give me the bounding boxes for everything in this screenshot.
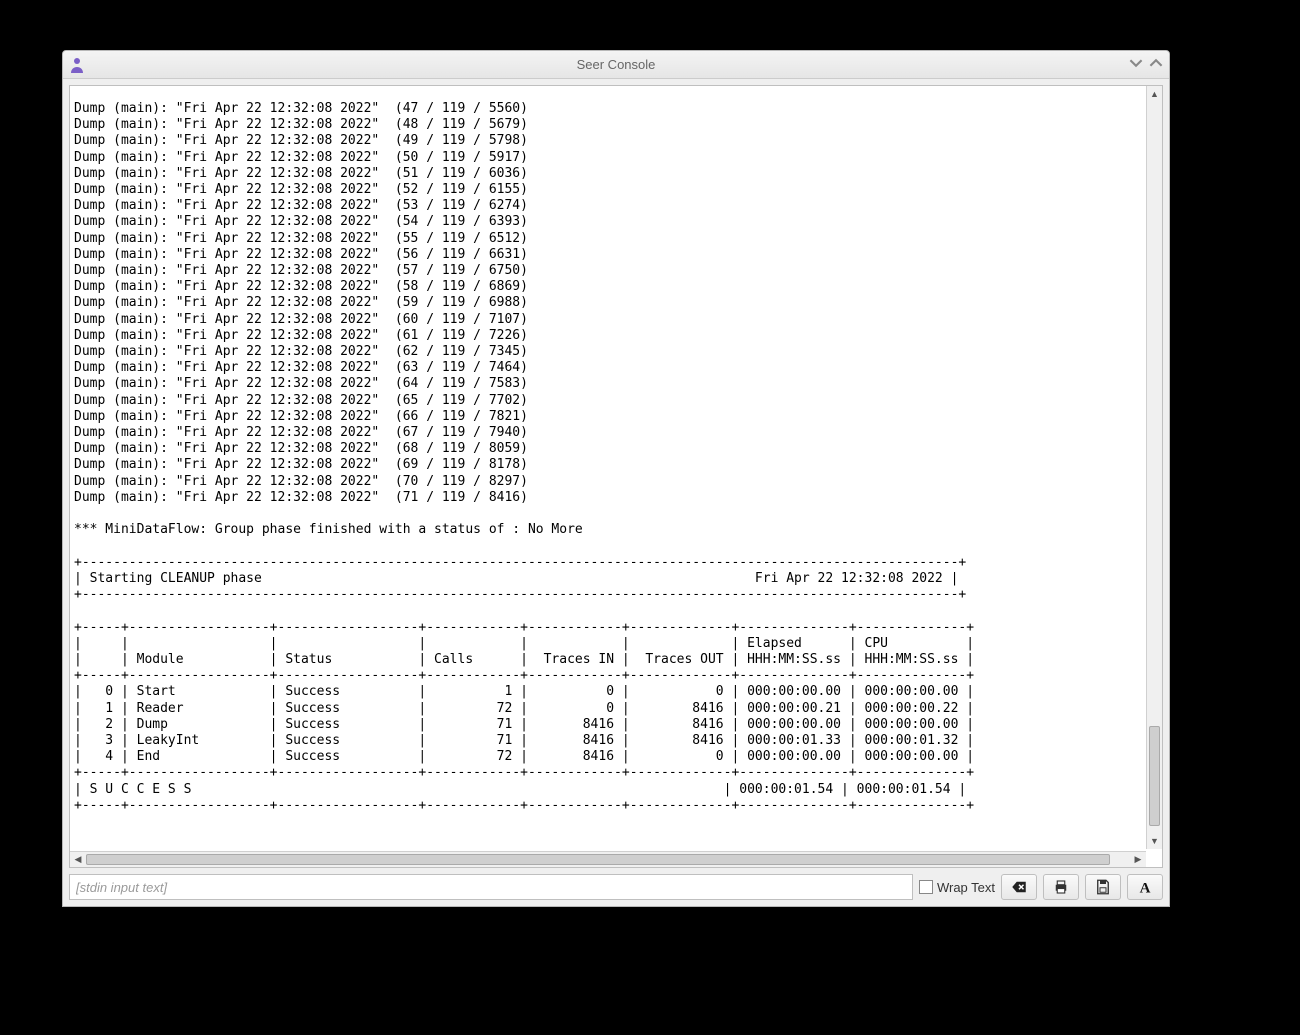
print-button[interactable] [1043,874,1079,900]
vscroll-thumb[interactable] [1149,726,1160,826]
clear-button[interactable] [1001,874,1037,900]
print-icon [1052,878,1070,896]
stdin-input[interactable] [69,874,913,900]
app-icon [67,55,87,75]
vertical-scrollbar[interactable]: ▲ ▼ [1146,86,1162,849]
shade-up-icon[interactable] [1149,56,1163,70]
console-pane: Dump (main): "Fri Apr 22 12:32:08 2022" … [69,85,1163,868]
scroll-down-icon[interactable]: ▼ [1147,833,1162,849]
scroll-left-icon[interactable]: ◀ [70,852,86,867]
wrap-text-checkbox[interactable] [919,880,933,894]
window-title: Seer Console [63,57,1169,72]
svg-text:A: A [1140,880,1151,896]
wrap-text-label: Wrap Text [937,880,995,895]
scroll-up-icon[interactable]: ▲ [1147,86,1162,102]
font-button[interactable]: A [1127,874,1163,900]
shade-down-icon[interactable] [1129,56,1143,70]
save-icon [1094,878,1112,896]
backspace-icon [1010,878,1028,896]
titlebar[interactable]: Seer Console [63,51,1169,79]
scroll-right-icon[interactable]: ▶ [1130,852,1146,867]
wrap-text-toggle[interactable]: Wrap Text [919,880,995,895]
horizontal-scrollbar[interactable]: ◀ ▶ [70,851,1146,867]
save-button[interactable] [1085,874,1121,900]
console-output[interactable]: Dump (main): "Fri Apr 22 12:32:08 2022" … [70,99,1162,838]
hscroll-thumb[interactable] [86,854,1110,865]
font-icon: A [1136,878,1154,896]
seer-console-window: Seer Console Dump (main): "Fri Apr 22 12… [62,50,1170,907]
